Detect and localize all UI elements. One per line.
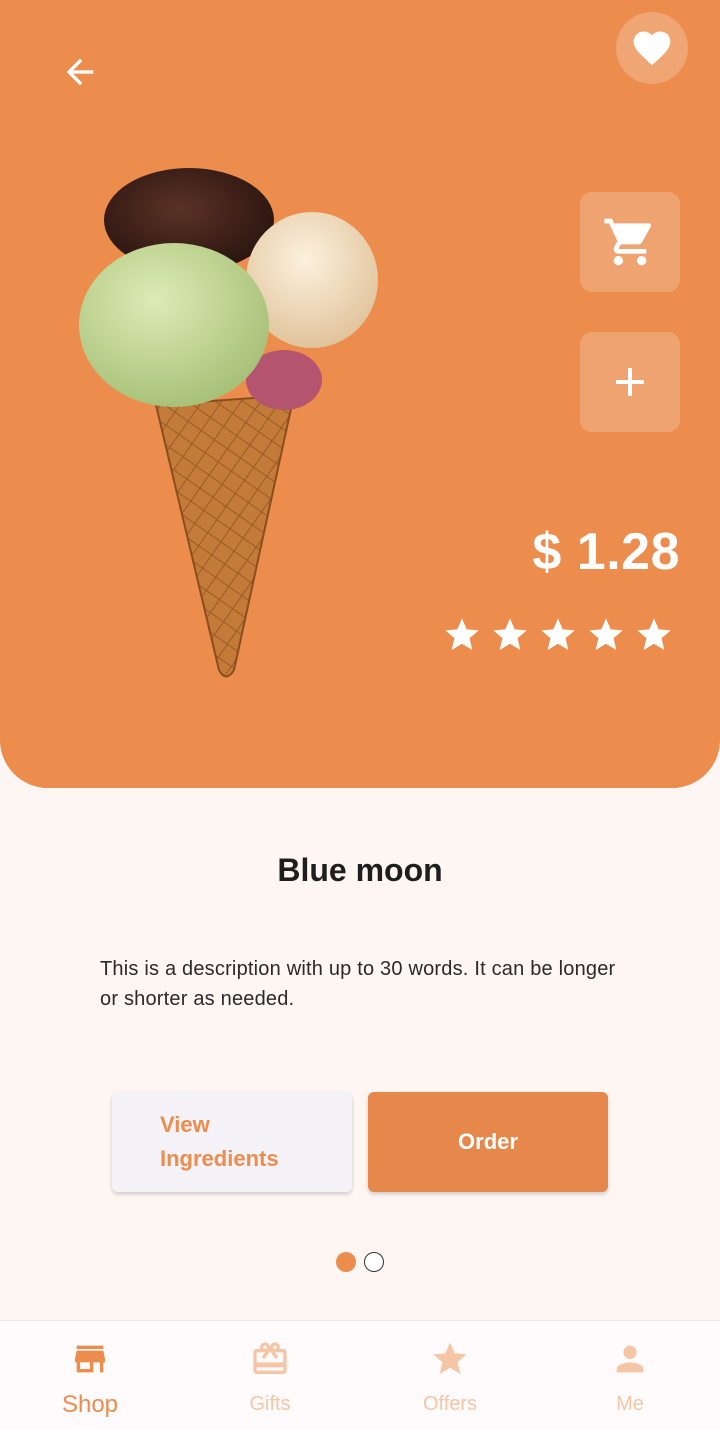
product-description: This is a description with up to 30 word…	[100, 958, 616, 1010]
nav-item-gifts[interactable]: Gifts	[180, 1321, 360, 1430]
add-to-cart-button[interactable]	[580, 192, 680, 292]
favorite-button[interactable]	[616, 12, 688, 84]
ice-cream-image	[79, 168, 378, 678]
shopping-cart-icon	[604, 218, 652, 266]
arrow-left-icon	[66, 58, 94, 86]
add-button[interactable]	[580, 332, 680, 432]
nav-label-gifts: Gifts	[249, 1393, 291, 1415]
nav-label-me: Me	[616, 1393, 644, 1415]
order-label: Order	[458, 1129, 518, 1154]
page-dot-1[interactable]	[336, 1252, 356, 1272]
product-hero: $ 1.28	[0, 0, 720, 788]
nav-item-shop[interactable]: Shop	[0, 1321, 180, 1430]
page-dot-2[interactable]	[364, 1252, 384, 1272]
order-button[interactable]: Order	[368, 1092, 608, 1192]
nav-label-offers: Offers	[422, 1393, 478, 1415]
store-icon	[75, 1345, 105, 1373]
star-icon	[637, 618, 671, 650]
gift-icon	[253, 1342, 287, 1374]
star-icon	[493, 618, 527, 650]
star-icon	[445, 618, 479, 650]
person-icon	[616, 1345, 644, 1373]
star-icon	[589, 618, 623, 650]
product-price: $ 1.28	[532, 523, 680, 581]
plus-icon	[616, 368, 644, 396]
view-ingredients-button[interactable]: View Ingredients	[112, 1092, 352, 1192]
back-button[interactable]	[52, 44, 108, 100]
nav-item-me[interactable]: Me	[540, 1321, 720, 1430]
star-icon	[433, 1342, 467, 1374]
rating-stars	[442, 614, 682, 658]
view-ingredients-label: View Ingredients	[160, 1112, 279, 1171]
nav-label-shop: Shop	[61, 1391, 119, 1418]
heart-icon	[633, 31, 671, 66]
nav-item-offers[interactable]: Offers	[360, 1321, 540, 1430]
bottom-navigation: Shop Gifts Offers Me	[0, 1320, 720, 1430]
page-indicator	[336, 1252, 384, 1272]
product-title: Blue moon	[277, 852, 443, 888]
star-icon	[541, 618, 575, 650]
